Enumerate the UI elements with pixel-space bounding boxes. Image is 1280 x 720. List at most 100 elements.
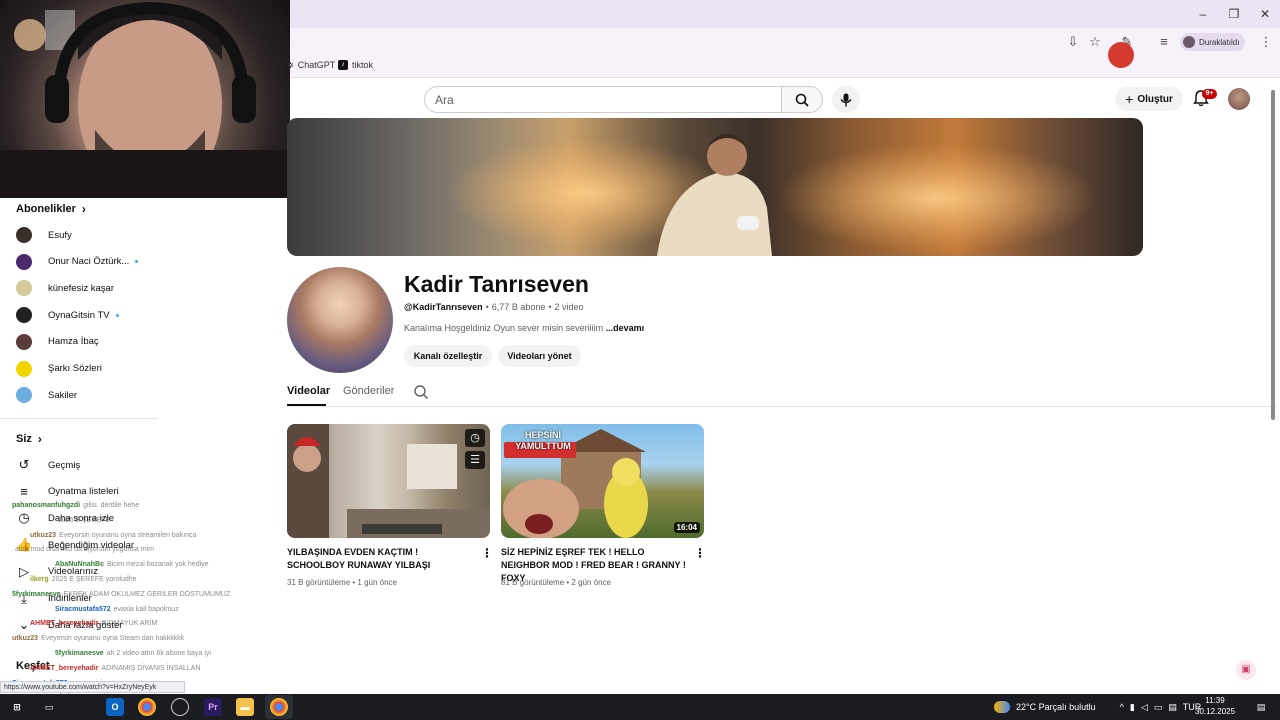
subscription-item[interactable]: Şarkı Sözleri: [16, 359, 102, 379]
outlook-icon[interactable]: O: [106, 698, 124, 716]
chat-text: Eveyorsin oyunanu oyna Steam dan hakkkkk…: [41, 635, 185, 643]
channel-description[interactable]: Kanalıma Hoşgeldiniz Oyun sever misin se…: [404, 323, 644, 333]
thumbnail-text: HEPSİNİ YAMULTTUM: [515, 430, 571, 451]
video-menu-icon[interactable]: ⋮: [481, 547, 493, 559]
subscription-item[interactable]: Esufy: [16, 225, 72, 245]
chat-message: 2025 E ŞEREFE: [55, 517, 110, 524]
subscription-item[interactable]: OynaGitsin TV: [16, 305, 119, 325]
status-bar-url: https://www.youtube.com/watch?v=HxZryNey…: [0, 681, 185, 693]
media-control-icon[interactable]: ≡: [1155, 34, 1173, 50]
tab-posts[interactable]: Gönderiler: [343, 385, 394, 397]
upload-age: 2 gün önce: [571, 578, 611, 587]
subscription-label: Esufy: [48, 229, 72, 241]
chevron-right-icon: ›: [37, 432, 42, 446]
bookmark-chatgpt[interactable]: ✲ ChatGPT: [287, 60, 335, 70]
subscription-item[interactable]: Sakiler: [16, 385, 77, 405]
more-link[interactable]: ...devamı: [606, 323, 645, 333]
account-avatar[interactable]: [1228, 88, 1250, 110]
profile-button[interactable]: Duraklatıldı: [1180, 33, 1246, 51]
chrome-icon[interactable]: [138, 698, 156, 716]
subscriber-count: 6,77 B abone: [491, 302, 546, 312]
weather-text[interactable]: 22°C Parçalı bulutlu: [1016, 702, 1096, 712]
bookmark-star-icon[interactable]: ☆: [1086, 34, 1104, 50]
create-label: Oluştur: [1137, 93, 1173, 105]
channel-search-button[interactable]: [413, 384, 429, 405]
page-scrollbar[interactable]: [1271, 90, 1275, 420]
subscription-label: Hamza İbaç: [48, 336, 99, 348]
search-icon: [795, 93, 809, 107]
voice-search-button[interactable]: [832, 86, 860, 113]
microphone-icon: [840, 93, 852, 106]
video-title[interactable]: YILBAŞINDA EVDEN KAÇTIM ! SCHOOLBOY RUNA…: [287, 546, 475, 572]
channel-avatar: [16, 253, 32, 270]
channel-avatar: [16, 333, 32, 350]
chevron-up-icon[interactable]: ^: [1120, 702, 1124, 712]
sidebar-divider: [0, 418, 158, 419]
thumbnail-image: [287, 424, 490, 538]
history-icon: ↺: [18, 457, 30, 472]
chat-text: Eveyorsin oyunanu oyna streamilen bakınc…: [59, 531, 197, 539]
premiere-icon[interactable]: Pr: [204, 698, 222, 716]
system-tray: 22°C Parçalı bulutlu ^ ▮ ◁ ▭ ▤ TUR: [994, 698, 1201, 716]
clock-time: 11:39: [1205, 696, 1225, 705]
sidebar-item[interactable]: ≡ Oynatma listeleri: [16, 482, 119, 502]
task-view-icon[interactable]: ▭: [40, 698, 58, 716]
channel-name: Kadir Tanrıseven: [404, 271, 589, 297]
video-thumbnail[interactable]: HEPSİNİ YAMULTTUM 16:04: [501, 424, 704, 538]
chat-message: AbaNuNnahBc Bicim mezal bozanak yok hediy…: [55, 561, 209, 568]
speaker-icon[interactable]: ◁: [1141, 702, 1148, 713]
chat-username: AHMET_bereyehadir: [30, 620, 99, 628]
bookmark-tiktok[interactable]: ♪ tiktok: [338, 60, 373, 70]
search-button[interactable]: [781, 86, 823, 113]
you-header[interactable]: Siz ›: [16, 432, 42, 446]
video-duration: 16:04: [673, 522, 700, 533]
display-icon[interactable]: ▭: [1154, 702, 1163, 713]
tiktok-icon: ♪: [338, 60, 348, 70]
description-text: Kanalıma Hoşgeldiniz Oyun sever misin se…: [404, 323, 604, 333]
install-app-icon[interactable]: ⇩: [1064, 34, 1082, 50]
browser-menu-icon[interactable]: ⋮: [1257, 34, 1275, 50]
chat-message: 5fyrkimanesve EKREK ADAM OKULMEZ GERILER …: [12, 591, 230, 598]
chat-text: EKREK ADAM OKULMEZ GERILER DOSTUMUMUZ: [63, 590, 231, 598]
chat-message: utkuz23 Eveyorsin oyunanu oyna Steam dan …: [12, 635, 184, 642]
chevron-right-icon: ›: [81, 202, 86, 216]
chat-text: Bicim mezal bozanak yok hediye: [107, 561, 209, 569]
window-close-button[interactable]: ✕: [1250, 4, 1280, 24]
customize-channel-button[interactable]: Kanalı özelleştir: [404, 345, 492, 367]
subscription-item[interactable]: Hamza İbaç: [16, 332, 99, 352]
profile-label: Duraklatıldı: [1199, 37, 1240, 47]
windows-start-icon[interactable]: ⊞: [8, 698, 26, 716]
watch-later-icon[interactable]: ◷: [465, 429, 485, 447]
channel-avatar: [16, 227, 32, 243]
sidebar-item[interactable]: ↺ Geçmiş: [16, 455, 81, 475]
gift-icon[interactable]: ▣: [1236, 660, 1256, 680]
chat-username: 5fyrkimanesve: [12, 590, 61, 598]
chat-message: pahanosmanfuhgzdi gilisi. derdile hehe: [12, 502, 139, 509]
channel-avatar: [16, 280, 32, 297]
subscription-item[interactable]: Onur Naci Öztürk...: [16, 252, 139, 272]
subscription-item[interactable]: künefesiz kaşar: [16, 278, 114, 298]
clock[interactable]: 11:39 30.12.2025: [1195, 695, 1235, 717]
subscriptions-header[interactable]: Abonelikler ›: [16, 202, 86, 216]
chat-text: ah 2 video attın 6k abone baya iyi: [106, 650, 211, 657]
file-explorer-icon[interactable]: ▬: [236, 698, 254, 716]
create-button[interactable]: + Oluştur: [1115, 87, 1183, 111]
add-to-queue-icon[interactable]: ☰: [465, 451, 485, 469]
chat-text: gilisi. derdile hehe: [83, 502, 140, 509]
banner-artwork: [447, 133, 1097, 256]
network-icon[interactable]: ▤: [1168, 702, 1177, 713]
search-input[interactable]: [425, 87, 782, 112]
video-menu-icon[interactable]: ⋮: [694, 547, 706, 559]
window-restore-button[interactable]: ❐: [1219, 4, 1249, 24]
notification-center-icon[interactable]: ▤: [1252, 698, 1270, 716]
obs-icon[interactable]: [171, 698, 189, 716]
window-minimize-button[interactable]: –: [1188, 4, 1218, 24]
webcam-overlay: [0, 0, 290, 198]
manage-videos-button[interactable]: Videoları yönet: [498, 345, 581, 367]
chat-message: 5fyrkimanesve ah 2 video attın 6k abone b…: [55, 650, 211, 657]
tab-videos[interactable]: Videolar: [287, 385, 330, 397]
video-thumbnail[interactable]: ◷ ☰: [287, 424, 490, 538]
channel-avatar[interactable]: [287, 267, 393, 373]
microphone-icon[interactable]: ▮: [1130, 702, 1135, 713]
active-chrome-task[interactable]: [265, 695, 293, 719]
